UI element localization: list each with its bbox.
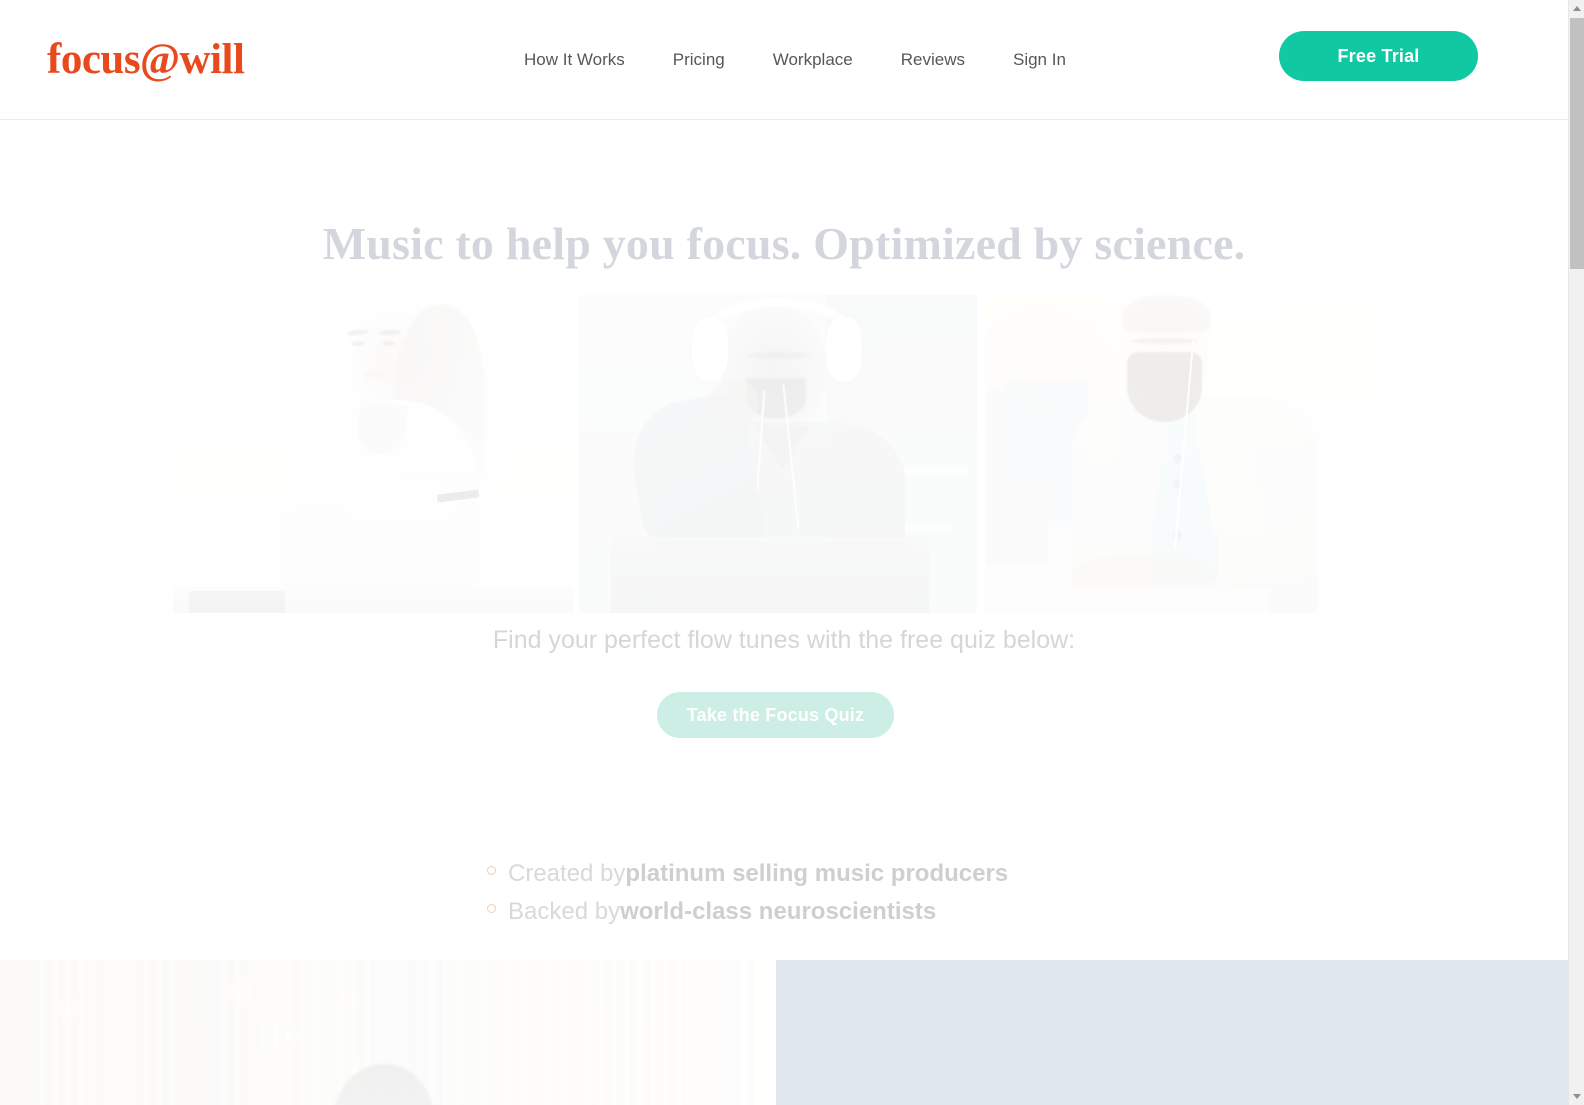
photo-monitor [985,390,1049,566]
site-header: focus@will How It Works Pricing Workplac… [0,0,1568,120]
site-logo[interactable]: focus@will [47,34,245,86]
photo-scene [579,295,977,613]
photo-fade-overlay [0,960,776,1105]
photo-keyboard [1024,587,1270,613]
photo-eye-left [351,341,365,346]
split-section [0,960,1568,1105]
photo-hand [710,377,759,429]
photo-arm [341,476,461,528]
benefit-emphasis-text: world-class neuroscientists [620,898,937,925]
hero-section: Music to help you focus. Optimized by sc… [0,120,1568,960]
scroll-up-arrow-icon[interactable] [1569,0,1584,17]
hero-image-row [173,295,1380,615]
nav-link-pricing[interactable]: Pricing [657,45,741,75]
split-section-panel [776,960,1568,1105]
photo-headphone-cup-left [692,317,729,381]
nav-link-how-it-works[interactable]: How It Works [508,45,641,75]
free-trial-button[interactable]: Free Trial [1279,31,1478,81]
nav-link-reviews[interactable]: Reviews [885,45,981,75]
benefit-emphasis-text: platinum selling music producers [625,860,1009,887]
photo-headphone-cup-right [825,317,862,381]
hero-subtitle: Find your perfect flow tunes with the fr… [492,626,1076,654]
photo-eye-right [381,341,396,346]
photo-lips [363,371,387,378]
list-item: Created by platinum selling music produc… [487,855,1008,893]
nav-link-workplace[interactable]: Workplace [757,45,869,75]
circle-bullet-icon [487,866,496,875]
circle-bullet-icon [487,904,496,913]
benefit-lead-text: Backed by [508,898,621,925]
hero-photo-woman-at-desk [173,295,573,613]
hero-photo-man-in-blazer [985,295,1380,613]
vertical-scrollbar[interactable] [1568,0,1584,1105]
photo-face [341,314,421,410]
photo-scene [173,295,573,613]
main-navigation: How It Works Pricing Workplace Reviews S… [500,45,1090,75]
list-item: Backed by world-class neuroscientists [487,893,1008,931]
take-focus-quiz-button[interactable]: Take the Focus Quiz [657,692,894,738]
scroll-down-arrow-icon[interactable] [1569,1088,1584,1105]
page-title: Music to help you focus. Optimized by sc… [322,218,1246,269]
photo-scene [985,295,1380,613]
nav-link-sign-in[interactable]: Sign In [997,45,1082,75]
photo-laptop [610,536,930,613]
page-viewport: focus@will How It Works Pricing Workplac… [0,0,1568,1105]
hero-photo-man-with-headphones [579,295,977,613]
photo-hair [1123,295,1211,334]
scrollbar-thumb[interactable] [1570,18,1584,269]
benefits-list: Created by platinum selling music produc… [487,855,1008,931]
benefit-lead-text: Created by [508,860,626,887]
photo-notebook [189,590,285,613]
split-section-photo [0,960,776,1105]
